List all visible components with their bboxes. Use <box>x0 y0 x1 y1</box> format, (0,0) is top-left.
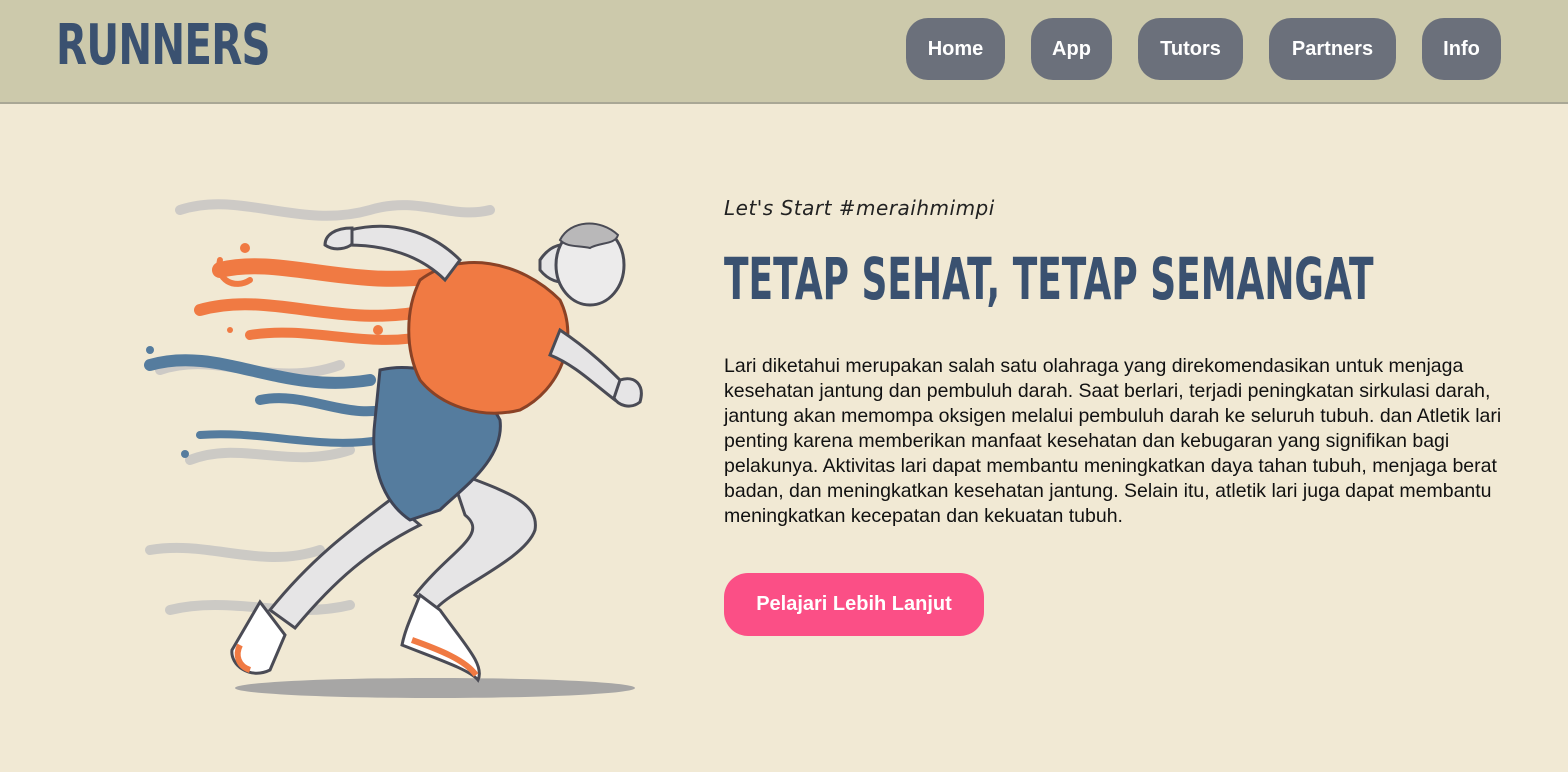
runner-illustration <box>120 140 680 720</box>
nav-partners-button[interactable]: Partners <box>1269 18 1396 80</box>
nav-tutors-button[interactable]: Tutors <box>1138 18 1243 80</box>
runner-illustration-svg <box>144 199 643 698</box>
hero-description: Lari diketahui merupakan salah satu olah… <box>724 355 1502 527</box>
nav-home-button[interactable]: Home <box>906 18 1005 80</box>
nav-info-button[interactable]: Info <box>1422 18 1501 80</box>
nav-app-button[interactable]: App <box>1031 18 1112 80</box>
main-nav: Home App Tutors Partners Info <box>906 18 1501 80</box>
logo[interactable]: RUNNERS <box>56 14 271 78</box>
hero-headline: TETAP SEHAT, TETAP SEMANGAT <box>724 245 1374 313</box>
hero-tagline: Let's Start #meraihmimpi <box>724 196 995 220</box>
learn-more-button[interactable]: Pelajari Lebih Lanjut <box>724 573 984 636</box>
top-navbar: RUNNERS Home App Tutors Partners Info <box>0 0 1568 104</box>
